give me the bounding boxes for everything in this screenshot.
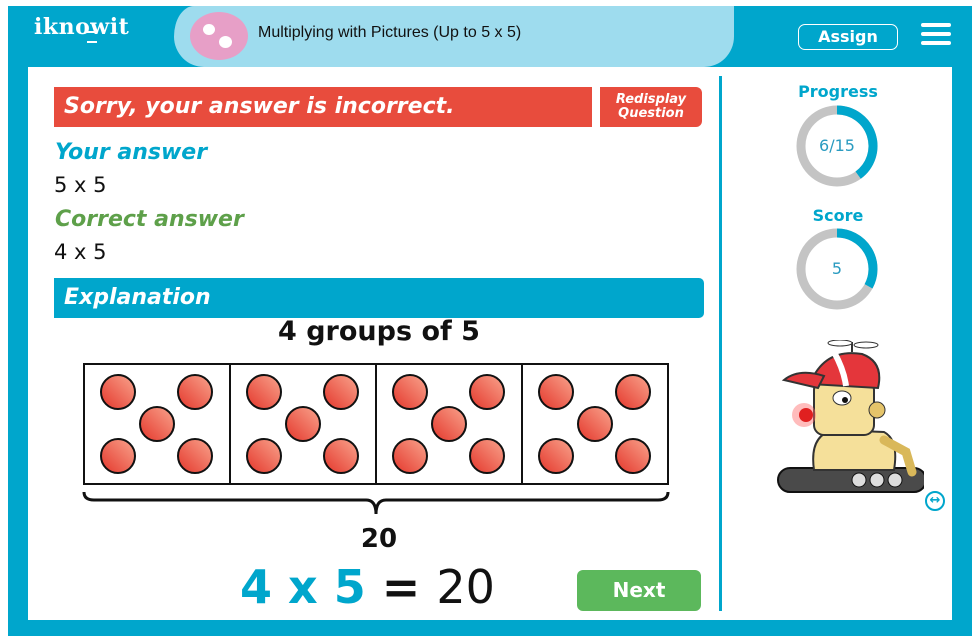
your-answer-label: Your answer [55,140,208,165]
counter-ball [392,374,428,410]
counter-ball [139,406,175,442]
score-label: Score [812,206,864,225]
counter-ball [392,438,428,474]
correct-answer-value: 4 x 5 [54,240,107,264]
hamburger-menu-icon[interactable] [921,23,951,45]
your-answer-value: 5 x 5 [54,173,107,197]
incorrect-answer-banner: Sorry, your answer is incorrect. [54,87,592,127]
counter-ball [615,438,651,474]
counter-ball [177,438,213,474]
swap-arrows-icon[interactable]: ↔ [925,491,945,511]
correct-answer-label: Correct answer [55,207,244,232]
counter-ball [469,438,505,474]
equation-product: 20 [436,560,495,614]
iknowit-logo[interactable]: iknowit [34,14,129,40]
robot-mascot [777,340,924,493]
redisplay-label-line2: Question [618,106,684,121]
counter-ball [177,374,213,410]
counter-ball [577,406,613,442]
counter-ball [285,406,321,442]
equation: 4 x 5 = 20 [240,560,495,614]
counter-ball [323,374,359,410]
counter-ball [538,374,574,410]
logo-text: iknowit [34,14,130,40]
counter-ball [246,438,282,474]
equation-factor-a: 4 [240,560,273,614]
topic-title: Multiplying with Pictures (Up to 5 x 5) [258,24,522,41]
topic-pictures-icon [190,12,248,60]
equation-factor-b: 5 [333,560,366,614]
counter-ball [323,438,359,474]
group-total: 20 [360,524,398,554]
counter-ball [246,374,282,410]
progress-value: 6/15 [819,136,855,155]
counter-ball [615,374,651,410]
redisplay-label-line1: Redisplay [615,92,687,107]
panel-divider [719,76,722,611]
redisplay-question-button[interactable]: Redisplay Question [600,87,702,127]
equation-times: x [288,560,318,614]
counter-ball [538,438,574,474]
progress-label: Progress [798,82,878,101]
assign-button[interactable]: Assign [798,24,898,50]
score-value: 5 [831,259,843,278]
total-brace [82,491,670,515]
lightbulb-icon [87,31,97,43]
equation-equals: = [381,560,421,614]
explanation-heading: Explanation [54,278,704,318]
counter-ball [469,374,505,410]
groups-caption: 4 groups of 5 [278,316,480,347]
counter-ball [100,374,136,410]
next-button[interactable]: Next [577,570,701,611]
groups-illustration [82,363,670,515]
counter-ball [100,438,136,474]
counter-ball [431,406,467,442]
